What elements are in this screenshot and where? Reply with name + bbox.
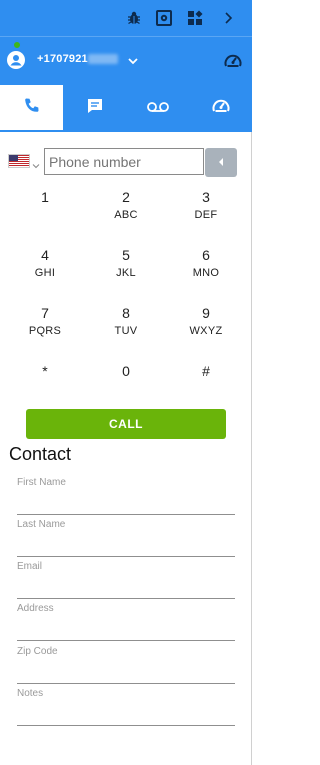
tab-dashboard[interactable]	[189, 85, 252, 132]
voicemail-icon	[146, 100, 169, 118]
caret-down-icon	[32, 157, 40, 169]
dial-key-digit: 1	[41, 189, 49, 205]
dial-key-digit: 2	[122, 189, 130, 205]
country-selector[interactable]	[8, 153, 42, 169]
dial-key[interactable]: 0	[96, 363, 156, 407]
call-button[interactable]: CALL	[26, 409, 226, 439]
phone-number-input[interactable]	[44, 148, 204, 175]
dial-key[interactable]: 1	[15, 189, 75, 233]
panel-border	[251, 132, 252, 765]
tab-phone[interactable]	[0, 85, 63, 132]
dial-key[interactable]: 9 WXYZ	[176, 305, 236, 349]
dial-key-digit: 0	[122, 363, 130, 379]
contact-field-label: Email	[17, 561, 43, 572]
active-tab-indicator	[0, 130, 63, 132]
dial-key-digit: 5	[122, 247, 130, 263]
dial-key-digit: #	[202, 363, 210, 379]
contact-field[interactable]: Address	[17, 603, 235, 641]
backspace-button[interactable]	[205, 148, 237, 177]
dial-key-digit: *	[42, 363, 48, 379]
dial-key-letters: TUV	[114, 325, 138, 337]
top-toolbar	[0, 0, 252, 36]
dial-key-letters: MNO	[192, 267, 220, 279]
dial-key[interactable]: 5 JKL	[96, 247, 156, 291]
settings-square-icon[interactable]	[155, 9, 173, 27]
dial-key-letters: GHI	[34, 267, 56, 279]
contact-field-label: Zip Code	[17, 646, 58, 657]
dial-key-digit: 4	[41, 247, 49, 263]
tab-messages[interactable]	[63, 85, 126, 132]
dial-key-digit: 3	[202, 189, 210, 205]
dial-key[interactable]: 2 ABC	[96, 189, 156, 233]
dial-key-letters: DEF	[194, 209, 218, 221]
contact-field-label: Notes	[17, 688, 44, 699]
dial-key-digit: 6	[202, 247, 210, 263]
dial-key[interactable]: #	[176, 363, 236, 407]
dial-key-letters: PQRS	[28, 325, 62, 337]
tab-voicemail[interactable]	[126, 85, 189, 132]
apps-grid-icon[interactable]	[186, 9, 204, 27]
redacted-number	[88, 54, 118, 64]
contact-field-label: Last Name	[17, 519, 66, 530]
dial-key-letters: JKL	[116, 267, 136, 279]
chevron-down-icon[interactable]	[127, 54, 139, 66]
dial-key[interactable]: 8 TUV	[96, 305, 156, 349]
account-number[interactable]: +1707921	[37, 53, 88, 65]
dial-key[interactable]: 6 MNO	[176, 247, 236, 291]
dial-key[interactable]: *	[15, 363, 75, 407]
gauge-icon[interactable]	[223, 51, 243, 71]
bug-icon[interactable]	[125, 9, 143, 27]
chevron-right-icon[interactable]	[219, 9, 237, 27]
phone-icon	[23, 97, 41, 120]
contact-field[interactable]: First Name	[17, 477, 235, 515]
contact-heading: Contact	[9, 444, 72, 464]
contact-field-label: First Name	[17, 477, 66, 488]
contact-field[interactable]: Zip Code	[17, 646, 235, 684]
dial-key-digit: 9	[202, 305, 210, 321]
message-icon	[86, 97, 104, 120]
dial-key[interactable]: 4 GHI	[15, 247, 75, 291]
tab-bar	[0, 85, 252, 132]
us-flag-icon	[8, 154, 30, 168]
contact-field[interactable]: Notes	[17, 688, 235, 726]
dial-key[interactable]: 3 DEF	[176, 189, 236, 233]
contact-field[interactable]: Email	[17, 561, 235, 599]
gauge-icon	[211, 96, 231, 121]
dial-key-digit: 7	[41, 305, 49, 321]
dial-key[interactable]: 7 PQRS	[15, 305, 75, 349]
contact-field-label: Address	[17, 603, 54, 614]
dial-key-digit: 8	[122, 305, 130, 321]
presence-indicator	[13, 41, 21, 49]
account-bar: +1707921	[0, 36, 252, 85]
caret-left-icon	[217, 154, 225, 172]
contact-field[interactable]: Last Name	[17, 519, 235, 557]
avatar-icon[interactable]	[7, 51, 25, 69]
dial-key-letters: ABC	[114, 209, 138, 221]
dial-key-letters: WXYZ	[189, 325, 223, 337]
